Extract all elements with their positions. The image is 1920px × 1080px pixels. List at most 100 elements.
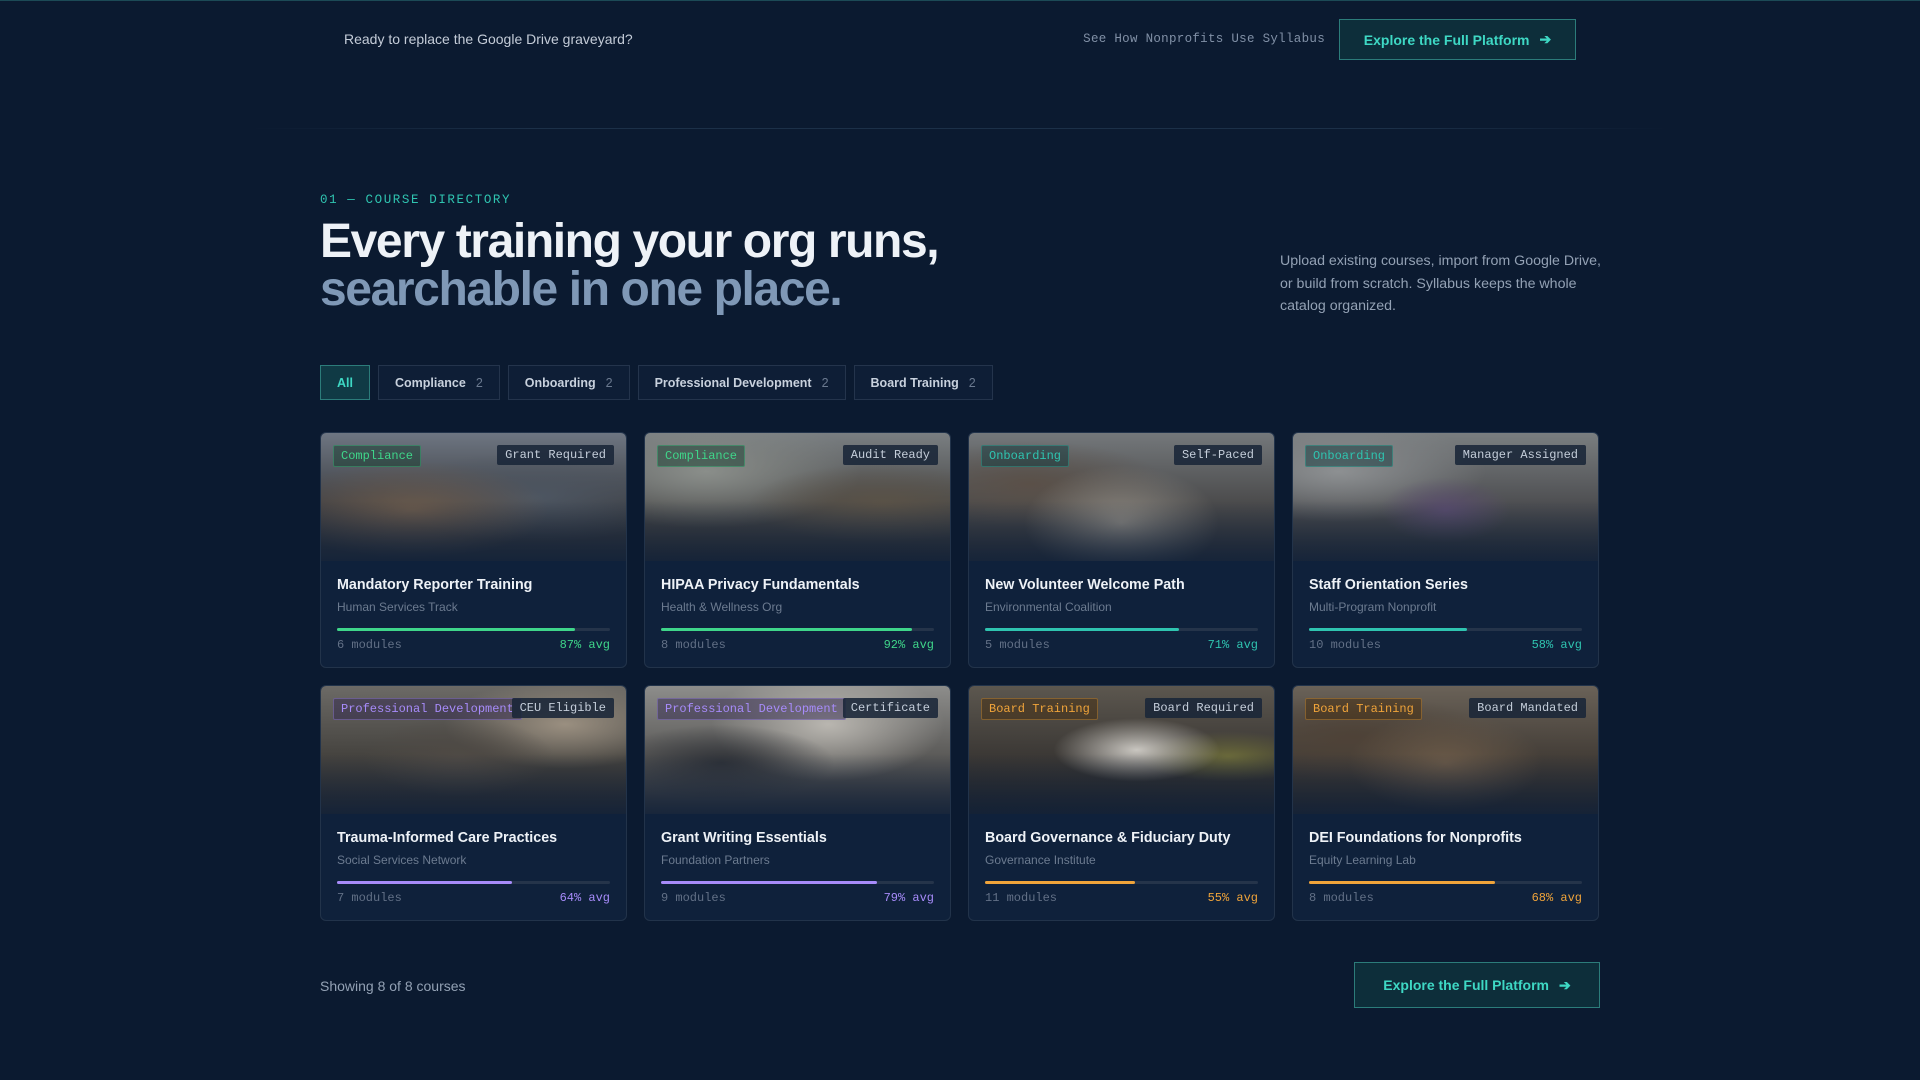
tab-count: 2 <box>821 375 829 390</box>
average-score: 58% avg <box>1531 638 1582 652</box>
course-org: Environmental Coalition <box>985 600 1112 614</box>
course-title: Trauma-Informed Care Practices <box>337 830 558 846</box>
course-card[interactable]: Compliance Audit Ready HIPAA Privacy Fun… <box>644 432 951 668</box>
tab-all[interactable]: All <box>320 365 370 400</box>
course-org: Health & Wellness Org <box>661 600 783 614</box>
see-how-nonprofits-link[interactable]: See How Nonprofits Use Syllabus <box>1083 32 1325 46</box>
course-photo: Professional Development Certificate <box>645 686 950 814</box>
course-title: Staff Orientation Series <box>1309 577 1468 593</box>
tab-count: 2 <box>605 375 613 390</box>
headline-line-2: searchable in one place. <box>320 263 843 316</box>
category-tag: Compliance <box>333 445 422 467</box>
requirement-badge: Board Mandated <box>1469 698 1586 718</box>
progress-bar <box>1309 881 1582 884</box>
course-card[interactable]: Board Training Board Mandated DEI Founda… <box>1292 685 1599 921</box>
progress-bar <box>661 628 934 631</box>
course-org: Governance Institute <box>985 853 1096 867</box>
course-photo: Compliance Audit Ready <box>645 433 950 561</box>
progress-bar <box>1309 628 1582 631</box>
explore-platform-label: Explore the Full Platform <box>1363 31 1530 48</box>
tab-onboarding[interactable]: Onboarding 2 <box>507 365 630 400</box>
course-card[interactable]: Board Training Board Required Board Gove… <box>968 685 1275 921</box>
course-org: Human Services Track <box>337 600 458 614</box>
explore-platform-button-bottom[interactable]: Explore the Full Platform ➔ <box>1354 962 1600 1008</box>
progress-bar <box>985 628 1258 631</box>
tab-board-training[interactable]: Board Training 2 <box>853 365 993 400</box>
average-score: 92% avg <box>883 638 934 652</box>
average-score: 55% avg <box>1207 891 1258 905</box>
module-count: 7 modules <box>337 891 402 905</box>
category-tag: Onboarding <box>1305 445 1394 467</box>
course-title: Mandatory Reporter Training <box>337 577 533 593</box>
progress-fill <box>661 628 913 631</box>
average-score: 87% avg <box>559 638 610 652</box>
course-photo: Professional Development CEU Eligible <box>321 686 626 814</box>
requirement-badge: Certificate <box>842 698 938 718</box>
explore-platform-button-top[interactable]: Explore the Full Platform ➔ <box>1339 19 1576 60</box>
course-org: Social Services Network <box>337 853 467 867</box>
course-grid: Compliance Grant Required Mandatory Repo… <box>320 432 1600 921</box>
tab-label: Board Training <box>870 375 959 390</box>
course-card[interactable]: Compliance Grant Required Mandatory Repo… <box>320 432 627 668</box>
requirement-badge: Board Required <box>1145 698 1262 718</box>
progress-fill <box>1309 881 1495 884</box>
tab-label: Onboarding <box>524 375 596 390</box>
average-score: 79% avg <box>883 891 934 905</box>
course-card[interactable]: Onboarding Self-Paced New Volunteer Welc… <box>968 432 1275 668</box>
section-eyebrow: 01 — COURSE DIRECTORY <box>320 193 512 207</box>
course-photo: Compliance Grant Required <box>321 433 626 561</box>
section-divider <box>250 128 1670 129</box>
course-org: Foundation Partners <box>661 853 770 867</box>
course-title: Grant Writing Essentials <box>661 830 827 846</box>
course-photo: Onboarding Manager Assigned <box>1293 433 1598 561</box>
module-count: 11 modules <box>985 891 1058 905</box>
average-score: 64% avg <box>559 891 610 905</box>
course-card[interactable]: Professional Development CEU Eligible Tr… <box>320 685 627 921</box>
progress-fill <box>985 881 1136 884</box>
course-org: Multi-Program Nonprofit <box>1309 600 1437 614</box>
average-score: 71% avg <box>1207 638 1258 652</box>
results-count: Showing 8 of 8 courses <box>320 978 466 994</box>
module-count: 8 modules <box>661 638 726 652</box>
course-card[interactable]: Onboarding Manager Assigned Staff Orient… <box>1292 432 1599 668</box>
module-count: 6 modules <box>337 638 402 652</box>
module-count: 5 modules <box>985 638 1050 652</box>
module-count: 9 modules <box>661 891 726 905</box>
requirement-badge: Self-Paced <box>1173 445 1262 465</box>
section-intro: Upload existing courses, import from Goo… <box>1280 253 1601 314</box>
tab-professional-development[interactable]: Professional Development 2 <box>637 365 846 400</box>
progress-bar <box>661 881 934 884</box>
headline-line-1: Every training your org runs, <box>320 215 940 268</box>
category-filter-tabs: All Compliance 2 Onboarding 2 Profession… <box>320 365 993 400</box>
course-photo: Onboarding Self-Paced <box>969 433 1274 561</box>
top-bar: Ready to replace the Google Drive gravey… <box>0 0 1920 76</box>
course-title: HIPAA Privacy Fundamentals <box>661 577 860 593</box>
page-title: Every training your org runs, searchable… <box>320 215 940 316</box>
course-photo: Board Training Board Mandated <box>1293 686 1598 814</box>
requirement-badge: Grant Required <box>497 445 614 465</box>
requirement-badge: Manager Assigned <box>1454 445 1586 465</box>
module-count: 10 modules <box>1309 638 1382 652</box>
category-tag: Professional Development <box>657 698 846 720</box>
course-card[interactable]: Professional Development Certificate Gra… <box>644 685 951 921</box>
tab-compliance[interactable]: Compliance 2 <box>377 365 500 400</box>
arrow-right-icon: ➔ <box>1539 31 1552 47</box>
category-tag: Board Training <box>981 698 1098 720</box>
tab-label: Professional Development <box>654 375 812 390</box>
category-tag: Professional Development <box>333 698 522 720</box>
tab-label: All <box>337 375 353 390</box>
course-title: New Volunteer Welcome Path <box>985 577 1185 593</box>
progress-bar <box>337 881 610 884</box>
requirement-badge: CEU Eligible <box>511 698 614 718</box>
course-title: Board Governance & Fiduciary Duty <box>985 830 1231 846</box>
category-tag: Onboarding <box>981 445 1070 467</box>
progress-fill <box>337 628 575 631</box>
category-tag: Board Training <box>1305 698 1422 720</box>
tab-label: Compliance <box>394 375 466 390</box>
arrow-right-icon: ➔ <box>1558 976 1571 993</box>
course-org: Equity Learning Lab <box>1309 853 1416 867</box>
progress-fill <box>661 881 877 884</box>
explore-platform-label: Explore the Full Platform <box>1383 977 1549 993</box>
top-bar-lead-text: Ready to replace the Google Drive gravey… <box>344 31 633 47</box>
tab-count: 2 <box>968 375 976 390</box>
